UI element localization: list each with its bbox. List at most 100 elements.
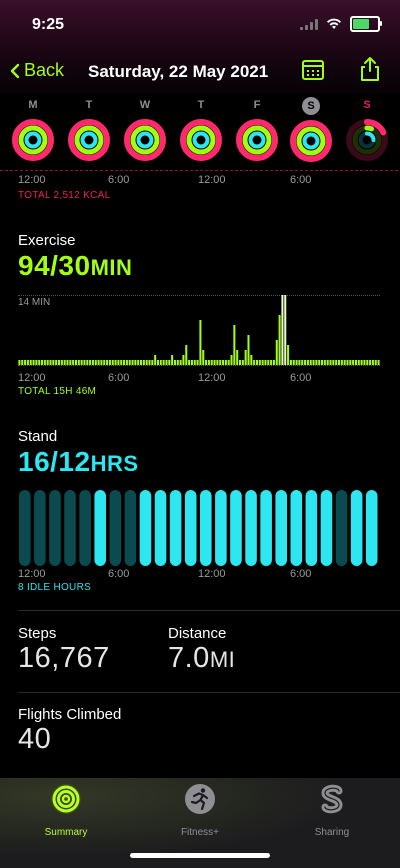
day-letter: F [253,99,261,111]
exercise-bar [349,360,352,365]
day-letter: S [363,99,371,111]
tab-summary[interactable]: Summary [11,782,121,838]
exercise-bars [18,295,380,365]
exercise-bar [171,355,174,365]
day-tuesday[interactable]: T [67,96,111,162]
exercise-title: Exercise [18,232,76,249]
exercise-bar [18,360,21,365]
activity-rings-icon [123,118,167,162]
exercise-bar [346,360,349,365]
exercise-bar [38,360,41,365]
activity-rings-icon [179,118,223,162]
exercise-bar [103,360,106,365]
exercise-bar [360,360,363,365]
exercise-bar [230,355,233,365]
stand-bar [260,490,272,566]
exercise-bar [24,360,27,365]
stand-bar [49,490,61,566]
stand-bar [139,490,152,566]
exercise-bar [106,360,109,365]
exercise-bar [227,360,230,365]
stand-bar [184,490,197,566]
exercise-bar [134,360,137,365]
flights-value: 40 [18,723,52,755]
activity-rings-icon [235,118,279,162]
exercise-bar [236,350,239,365]
exercise-bar [66,360,69,365]
exercise-bar [123,360,126,365]
axis-tick: 6:00 [108,568,130,580]
day-thursday[interactable]: T [179,96,223,162]
exercise-bar [315,360,318,365]
steps-label: Steps [18,625,57,642]
exercise-bar [94,360,97,365]
stand-bar [230,490,242,566]
exercise-bar [287,345,290,365]
axis-tick: 6:00 [290,174,312,186]
exercise-bar [176,360,179,365]
exercise-bar [272,360,275,365]
stand-bar [154,490,167,566]
tab-sharing[interactable]: Sharing [277,782,387,838]
steps-value: 16,767 [18,642,110,674]
exercise-bar [323,360,326,365]
exercise-bar [32,360,35,365]
exercise-bar [337,360,341,365]
share-icon[interactable] [358,56,382,82]
exercise-bar [318,360,321,365]
stand-bar [365,490,378,566]
exercise-bar [57,360,61,365]
calendar-icon[interactable] [302,60,324,80]
exercise-bar [332,360,335,365]
exercise-amount: 94/30 [18,250,91,281]
exercise-bar [371,360,374,365]
exercise-bar [168,360,171,365]
exercise-bar [117,360,120,365]
day-wednesday[interactable]: W [123,96,167,162]
day-friday[interactable]: F [235,96,279,162]
exercise-bar [142,360,145,365]
axis-tick: 6:00 [290,372,312,384]
day-monday[interactable]: M [11,96,55,162]
day-sunday[interactable]: S [345,96,389,162]
exercise-bar [55,360,58,365]
exercise-bar [264,360,267,365]
divider [0,170,400,171]
exercise-bar [35,360,38,365]
exercise-bar [148,360,151,365]
exercise-bar [111,360,114,365]
exercise-bar [292,360,295,365]
exercise-bar [179,360,182,365]
activity-rings-icon [345,118,389,162]
exercise-bar [80,360,83,365]
tab-fitness-plus[interactable]: Fitness+ [145,782,255,838]
back-button[interactable]: Back [10,60,64,81]
exercise-bar [238,360,242,365]
stand-title: Stand [18,428,58,445]
exercise-bar [247,335,250,365]
exercise-bar [295,360,298,365]
axis-tick: 12:00 [198,372,226,384]
exercise-bar [86,360,89,365]
exercise-bar [199,320,202,365]
exercise-bar [49,360,52,365]
day-letter: S [302,97,320,115]
exercise-bar [182,355,185,365]
exercise-bar [366,360,369,365]
nav-bar: Back Saturday, 22 May 2021 [0,52,400,94]
exercise-bar [60,360,63,365]
day-letter: W [139,99,151,111]
exercise-bar [205,360,208,365]
stand-bar [19,490,31,566]
exercise-bar [97,360,100,365]
status-time: 9:25 [32,16,65,33]
exercise-bar [270,360,273,365]
exercise-bar [125,360,128,365]
day-saturday[interactable]: S [289,96,333,163]
stand-bar [245,490,257,566]
exercise-bar [340,360,343,365]
exercise-bar [72,360,75,365]
stand-bar [64,490,76,566]
exercise-bar [46,360,49,365]
axis-tick: 12:00 [198,568,226,580]
